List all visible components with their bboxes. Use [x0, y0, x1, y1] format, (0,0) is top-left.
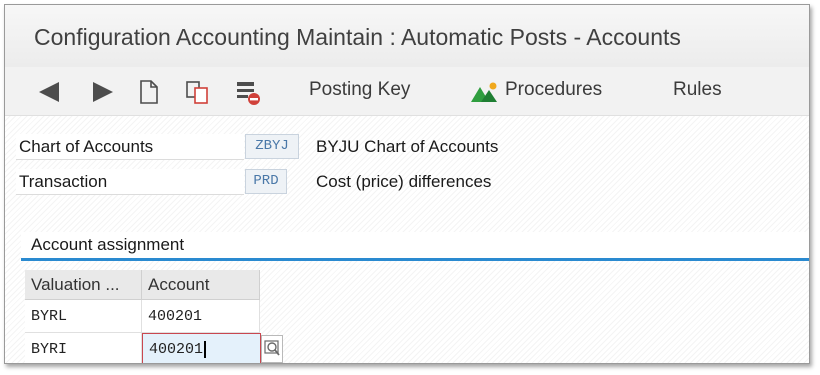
- value-help-icon: [264, 340, 280, 356]
- delete-row-icon[interactable]: [235, 80, 261, 106]
- text-cursor: [204, 340, 207, 358]
- chart-of-accounts-label: Chart of Accounts: [16, 134, 244, 160]
- table-cell-valuation[interactable]: BYRI: [25, 333, 142, 363]
- account-assignment-panel-header: Account assignment: [21, 232, 809, 261]
- forward-arrow-icon[interactable]: [91, 81, 115, 103]
- application-toolbar: Posting Key Procedures Rules: [5, 67, 809, 116]
- column-header-account[interactable]: Account: [142, 270, 260, 300]
- value-help-button[interactable]: [261, 335, 283, 363]
- table-cell-account[interactable]: 400201: [142, 300, 260, 333]
- panel-title: Account assignment: [31, 235, 185, 254]
- posting-key-button[interactable]: Posting Key: [309, 79, 410, 101]
- rules-button[interactable]: Rules: [673, 79, 722, 101]
- chart-of-accounts-field[interactable]: ZBYJ: [245, 134, 299, 159]
- transaction-description: Cost (price) differences: [316, 172, 492, 191]
- chart-of-accounts-description: BYJU Chart of Accounts: [316, 137, 499, 156]
- table-cell-account-active[interactable]: 400201: [142, 333, 261, 363]
- back-arrow-icon[interactable]: [37, 81, 61, 103]
- new-document-icon[interactable]: [138, 80, 160, 104]
- window: Configuration Accounting Maintain : Auto…: [4, 4, 810, 364]
- transaction-label: Transaction: [16, 169, 244, 195]
- column-header-valuation[interactable]: Valuation ...: [25, 270, 142, 300]
- procedures-icon: [469, 81, 499, 103]
- procedures-button[interactable]: Procedures: [469, 79, 629, 105]
- table-cell-valuation[interactable]: BYRL: [25, 300, 142, 333]
- title-bar: Configuration Accounting Maintain : Auto…: [5, 5, 809, 67]
- window-title: Configuration Accounting Maintain : Auto…: [34, 24, 681, 50]
- copy-document-icon[interactable]: [185, 80, 211, 104]
- account-input-value: 400201: [149, 341, 204, 358]
- procedures-label: Procedures: [505, 79, 603, 100]
- transaction-field[interactable]: PRD: [245, 169, 287, 194]
